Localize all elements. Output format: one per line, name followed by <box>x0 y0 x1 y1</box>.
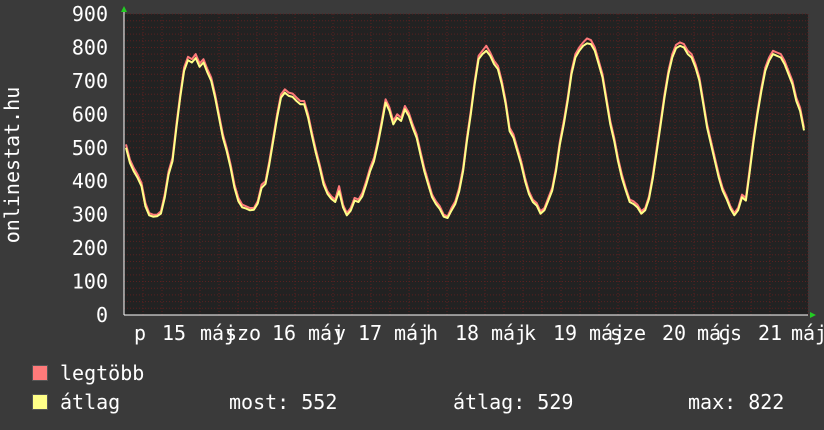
stat-current: most: 552 <box>229 390 338 414</box>
x-axis-ticks: p 15 májszo 16 májv 17 májh 18 májk 19 májsze 20 máj… <box>134 321 824 345</box>
x-axis-arrow <box>810 312 816 318</box>
y-axis-ticks: 0 100 200 300 400 500 600 700 800 900 <box>72 2 108 327</box>
y-tick-label: 400 <box>72 169 108 193</box>
x-tick-label: máj <box>791 321 824 345</box>
x-tick-label: 21 <box>758 321 782 345</box>
stat-average: átlag: 529 <box>453 390 574 414</box>
x-tick-label: k <box>524 321 536 345</box>
chart: 0 100 200 300 400 500 600 700 800 900 p 15 máj szo 16… <box>0 2 824 345</box>
x-tick-label: máj <box>491 321 527 345</box>
x-tick-label: v <box>334 321 346 345</box>
y-tick-label: 600 <box>72 102 108 126</box>
y-tick-label: 200 <box>72 236 108 260</box>
stat-max: max: 822 <box>688 390 785 414</box>
x-tick-label: h <box>426 321 438 345</box>
legend-swatch-avg <box>32 394 48 410</box>
y-tick-label: 100 <box>72 270 108 294</box>
legend-label-max: legtöbb <box>60 361 145 385</box>
x-tick-label: 15 <box>162 321 186 345</box>
y-axis-arrow <box>121 6 127 12</box>
x-tick-label: sze <box>610 321 646 345</box>
legend-label-avg: átlag <box>60 390 121 414</box>
x-tick-label: 17 <box>358 321 382 345</box>
x-tick-label: 19 <box>553 321 577 345</box>
x-tick-label: cs <box>718 321 742 345</box>
x-tick-label: 16 <box>272 321 296 345</box>
y-tick-label: 300 <box>72 203 108 227</box>
y-tick-label: 500 <box>72 136 108 160</box>
x-tick-label: máj <box>394 321 430 345</box>
y-tick-label: 700 <box>72 69 108 93</box>
x-tick-label: 20 <box>662 321 686 345</box>
x-tick-label: p <box>134 321 146 345</box>
x-tick-label: 18 <box>455 321 479 345</box>
legend-item-avg: átlag most: 552 átlag: 529 max: 822 <box>32 389 802 415</box>
legend-swatch-max <box>32 365 48 381</box>
y-axis-label: onlinestat.hu <box>0 87 24 244</box>
y-tick-label: 900 <box>72 2 108 26</box>
y-tick-label: 800 <box>72 35 108 59</box>
y-tick-label: 0 <box>96 303 108 327</box>
x-tick-label: szo <box>225 321 261 345</box>
